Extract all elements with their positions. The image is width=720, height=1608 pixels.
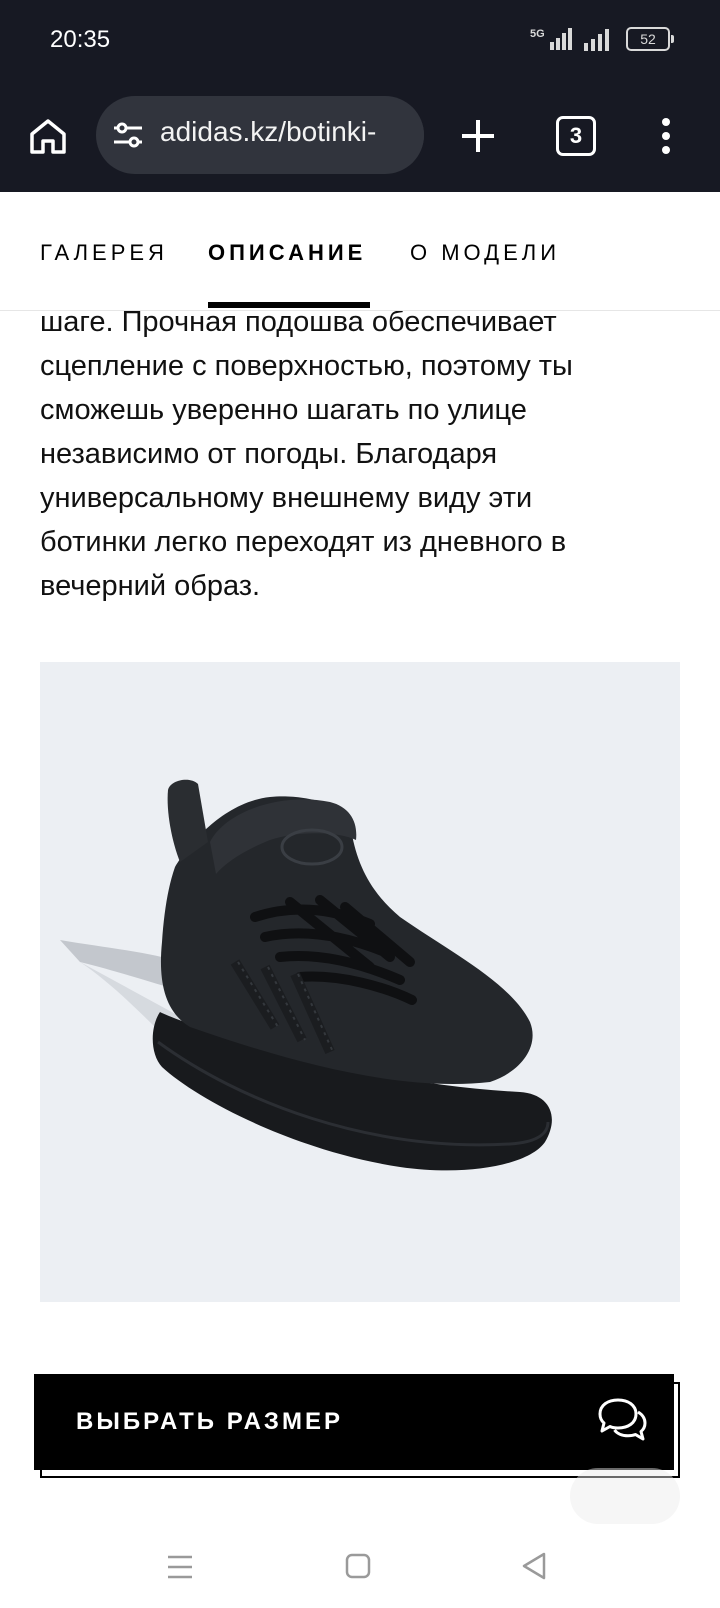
signal-5g-icon: 5G [530, 28, 572, 50]
description-line: независимо от погоды. Благодаря [40, 438, 498, 470]
home-icon[interactable] [26, 114, 70, 158]
product-image[interactable] [40, 662, 680, 1302]
more-vert-icon[interactable] [654, 114, 678, 158]
description-line: вечерний образ. [40, 570, 261, 602]
select-size-label: ВЫБРАТЬ РАЗМЕР [76, 1408, 343, 1435]
select-size-button[interactable]: ВЫБРАТЬ РАЗМЕР [34, 1374, 674, 1470]
system-nav-bar [0, 1528, 720, 1608]
description-line: ботинки легко переходят из дневного в [40, 526, 567, 558]
svg-text:5G: 5G [530, 28, 545, 40]
description-line: универсальному внешнему виду эти [40, 482, 533, 514]
plus-icon[interactable] [456, 114, 500, 158]
site-settings-icon[interactable] [112, 120, 144, 150]
signal-icon [584, 29, 609, 51]
chat-icon[interactable] [596, 1396, 648, 1444]
tab-description[interactable]: ОПИСАНИЕ [208, 240, 366, 266]
status-icons: 5G 52 [530, 26, 674, 52]
browser-chrome: 20:35 5G 52 adidas.kz/botinki- 3 [0, 0, 720, 192]
section-tabs: ГАЛЕРЕЯ ОПИСАНИЕ О МОДЕЛИ [0, 192, 720, 311]
battery-indicator: 52 [626, 27, 674, 51]
back-icon[interactable] [520, 1550, 548, 1582]
url-fade [398, 96, 424, 174]
status-time: 20:35 [50, 26, 111, 53]
tab-about-model[interactable]: О МОДЕЛИ [410, 240, 560, 266]
active-tab-indicator [208, 302, 370, 308]
recent-apps-icon[interactable] [166, 1552, 194, 1582]
description-line: сможешь уверенно шагать по улице [40, 394, 527, 426]
tab-switcher-button[interactable]: 3 [556, 116, 596, 156]
browser-toolbar: adidas.kz/botinki- 3 [0, 96, 720, 176]
description-line: сцепление с поверхностью, поэтому ты [40, 350, 573, 382]
product-description: шаге. Прочная подошва обеспечивает сцепл… [40, 300, 680, 608]
address-bar[interactable]: adidas.kz/botinki- [96, 96, 424, 174]
floating-button-ghost [570, 1468, 680, 1524]
home-nav-icon[interactable] [344, 1552, 372, 1580]
shoe-illustration [60, 779, 552, 1171]
tab-gallery[interactable]: ГАЛЕРЕЯ [40, 240, 168, 266]
url-text[interactable]: adidas.kz/botinki- [160, 116, 376, 148]
